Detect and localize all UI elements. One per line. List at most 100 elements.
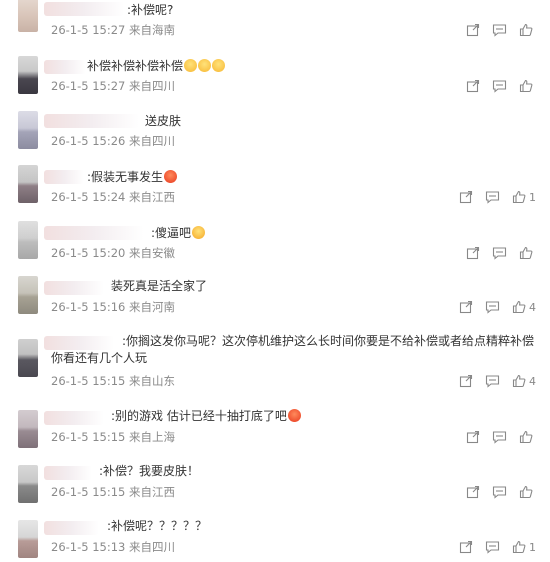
share-button[interactable] [466,23,480,37]
comment-item: 送皮肤 26-1-5 15:26 来自四川 [0,111,550,151]
reply-button[interactable] [492,23,507,37]
comment-text: :补偿呢? [127,3,174,17]
comment-text: :假装无事发生 [87,169,178,186]
cry-emoji [184,59,198,72]
comment-actions [466,22,536,38]
comment-meta: 26-1-5 15:15 来自上海 [51,430,176,444]
comment-item: :你搁这发你马呢？这次停机维护这么长时间你要是不给补偿或者给点精粹补偿你看还有几… [0,333,550,391]
comment-text-body: :别的游戏 估计已经十抽打底了吧 [111,409,287,423]
comment-actions [466,429,536,445]
username-blurred[interactable] [44,2,124,16]
comment-text: :傻逼吧 [151,225,206,242]
share-icon [466,79,480,93]
reply-button[interactable] [492,79,507,93]
share-button[interactable] [466,246,480,260]
like-button[interactable] [519,79,536,93]
like-count: 1 [529,540,536,554]
comment-item: :补偿？我要皮肤！ 26-1-5 15:15 来自江西 [0,463,550,503]
reply-button[interactable] [485,540,500,554]
username-blurred[interactable] [44,114,139,128]
username-blurred[interactable] [44,466,92,480]
comment-icon [492,431,507,444]
share-icon [459,540,473,554]
comment-meta: 26-1-5 15:15 来自江西 [51,485,176,499]
avatar[interactable] [18,111,38,149]
share-button[interactable] [459,190,473,204]
comment-icon [492,486,507,499]
avatar[interactable] [18,56,38,94]
share-icon [466,430,480,444]
like-icon [512,300,526,314]
reply-button[interactable] [485,374,500,388]
reply-button[interactable] [492,246,507,260]
comment-icon [485,375,500,388]
like-count: 1 [529,190,536,204]
like-icon [512,190,526,204]
comment-item: :假装无事发生 26-1-5 15:24 来自江西 1 [0,165,550,207]
like-button[interactable]: 4 [512,300,536,314]
reply-button[interactable] [485,300,500,314]
avatar[interactable] [18,221,38,259]
comment-text-body: :假装无事发生 [87,170,164,184]
username-blurred[interactable] [44,60,86,74]
comment-actions: 4 [459,299,536,315]
comment-actions [466,78,536,94]
avatar[interactable] [18,520,38,558]
share-button[interactable] [466,430,480,444]
avatar[interactable] [18,339,38,377]
username-blurred[interactable] [44,521,99,535]
like-icon [519,23,533,37]
comment-text: :你搁这发你马呢？这次停机维护这么长时间你要是不给补偿或者给点精粹补偿你看还有几… [51,334,535,365]
comment-meta: 26-1-5 15:20 来自安徽 [51,246,176,260]
like-button[interactable] [519,430,536,444]
like-button[interactable]: 4 [512,374,536,388]
reply-button[interactable] [492,485,507,499]
comment-icon [492,247,507,260]
share-button[interactable] [459,540,473,554]
comment-meta: 26-1-5 15:27 来自海南 [51,23,176,37]
comment-meta: 26-1-5 15:15 来自山东 [51,374,176,388]
comment-meta: 26-1-5 15:13 来自四川 [51,540,176,554]
comment-text: :补偿呢？？？？？ [107,519,208,533]
like-icon [519,430,533,444]
username-blurred[interactable] [44,411,104,425]
comment-text-body: 补偿补偿补偿补偿 [87,59,184,73]
comment-meta: 26-1-5 15:24 来自江西 [51,190,176,204]
share-button[interactable] [466,79,480,93]
reply-button[interactable] [492,430,507,444]
share-button[interactable] [459,374,473,388]
like-icon [512,540,526,554]
like-button[interactable] [519,485,536,499]
comment-item: 装死真是活全家了 26-1-5 15:16 来自河南 4 [0,276,550,318]
avatar[interactable] [18,0,38,32]
comment-item: :补偿呢？？？？？ 26-1-5 15:13 来自四川 1 [0,518,550,558]
share-icon [459,190,473,204]
avatar[interactable] [18,465,38,503]
like-count: 4 [529,300,536,314]
avatar[interactable] [18,165,38,203]
avatar[interactable] [18,410,38,448]
angry-emoji [287,409,301,422]
comment-icon [492,24,507,37]
like-button[interactable]: 1 [512,540,536,554]
share-button[interactable] [466,485,480,499]
share-icon [466,485,480,499]
share-button[interactable] [459,300,473,314]
like-button[interactable] [519,23,536,37]
comment-icon [485,541,500,554]
like-icon [519,79,533,93]
comment-item: :别的游戏 估计已经十抽打底了吧 26-1-5 15:15 来自上海 [0,408,550,448]
like-icon [519,246,533,260]
comment-actions: 1 [459,189,536,205]
like-button[interactable]: 1 [512,190,536,204]
like-button[interactable] [519,246,536,260]
avatar[interactable] [18,276,38,314]
username-blurred[interactable] [44,281,104,295]
username-blurred[interactable] [44,170,84,184]
reply-button[interactable] [485,190,500,204]
comment-icon [485,301,500,314]
share-icon [459,300,473,314]
username-blurred[interactable] [44,226,144,240]
comment-text: 装死真是活全家了 [111,279,208,293]
like-icon [519,485,533,499]
